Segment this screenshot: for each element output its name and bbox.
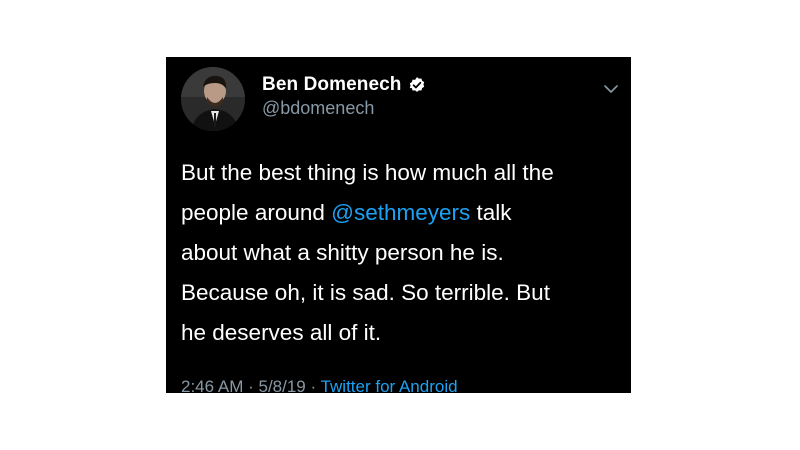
tweet-card: Ben Domenech @bdomenech But the best thi… — [166, 57, 631, 393]
author-handle[interactable]: @bdomenech — [262, 98, 374, 119]
tweet-line-2: people around @sethmeyers talk — [181, 193, 621, 233]
author-name-row: Ben Domenech — [262, 72, 426, 98]
page: Ben Domenech @bdomenech But the best thi… — [0, 0, 800, 450]
mention-link[interactable]: @sethmeyers — [331, 200, 470, 225]
avatar-image — [181, 67, 245, 131]
chevron-down-icon[interactable] — [604, 81, 618, 93]
tweet-time[interactable]: 2:46 AM — [181, 377, 243, 393]
tweet-line-1: But the best thing is how much all the — [181, 160, 554, 185]
tweet-source-link[interactable]: Twitter for Android — [321, 377, 458, 393]
tweet-meta: 2:46 AM · 5/8/19 · Twitter for Android — [181, 377, 458, 393]
verified-badge-icon — [408, 76, 426, 94]
tweet-line-2-text-after: talk — [470, 200, 512, 225]
author-display-name[interactable]: Ben Domenech — [262, 74, 402, 96]
tweet-line-3: about what a shitty person he is. — [181, 240, 504, 265]
avatar[interactable] — [181, 67, 245, 131]
tweet-body: But the best thing is how much all the p… — [181, 153, 621, 353]
tweet-line-4: Because oh, it is sad. So terrible. But — [181, 280, 550, 305]
tweet-line-5: he deserves all of it. — [181, 320, 382, 345]
tweet-date[interactable]: 5/8/19 — [258, 377, 305, 393]
tweet-line-2-text-before: people around — [181, 200, 332, 225]
meta-separator-2: · — [305, 377, 321, 393]
meta-separator: · — [243, 377, 259, 393]
